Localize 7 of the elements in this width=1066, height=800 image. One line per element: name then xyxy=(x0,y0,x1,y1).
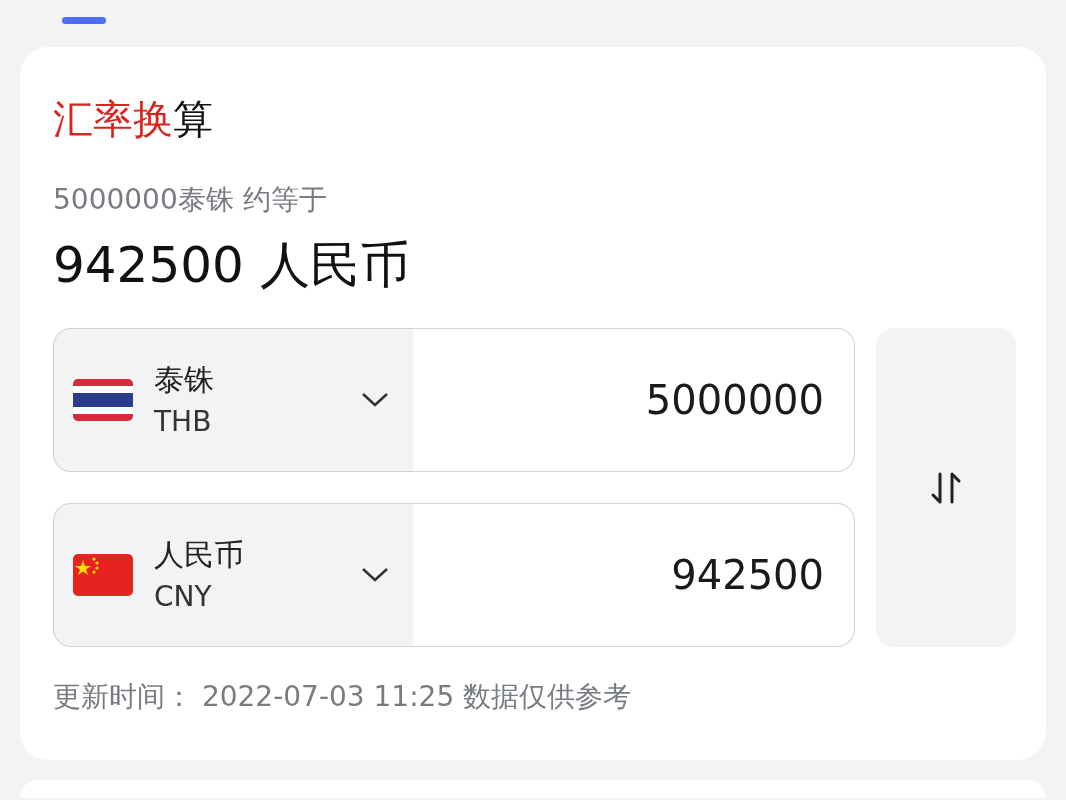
swap-button[interactable] xyxy=(876,328,1016,647)
tab-indicator xyxy=(62,17,106,24)
conversion-result: 942500 人民币 xyxy=(53,235,411,296)
highlighted-title-text: 汇率换 xyxy=(53,95,173,143)
conversion-caption: 5000000泰铢 约等于 xyxy=(53,182,328,218)
title-text: 算 xyxy=(173,95,213,143)
update-time-note: 更新时间： 2022-07-03 11:25 数据仅供参考 xyxy=(53,679,633,715)
